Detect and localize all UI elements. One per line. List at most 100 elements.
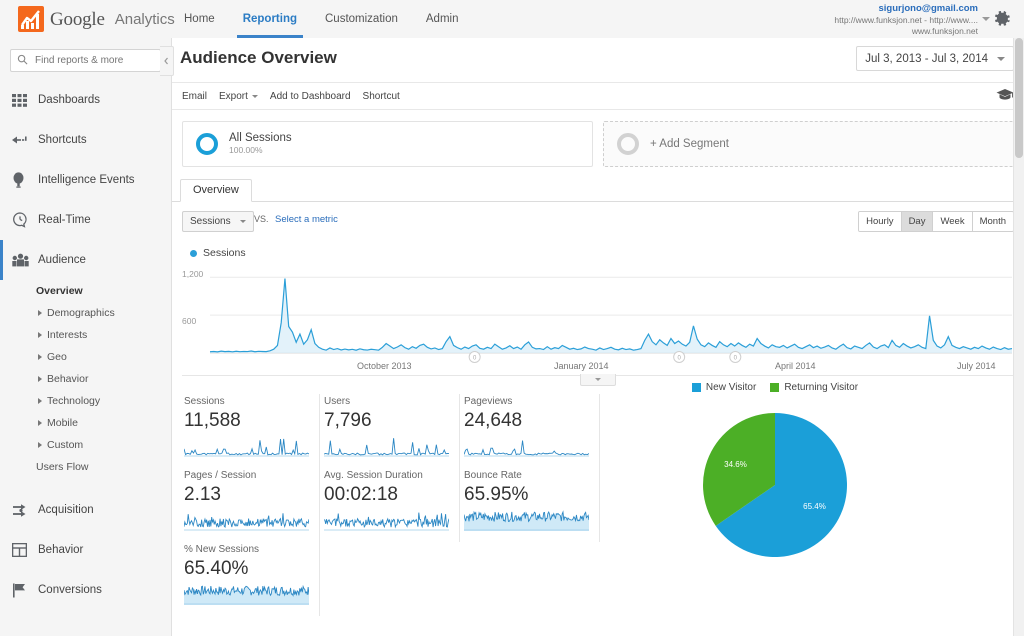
metric-label: Users	[324, 396, 351, 407]
layout-icon	[12, 543, 38, 557]
sidebar-subitem-custom[interactable]: Custom	[0, 434, 171, 456]
sidebar-item-label: Real-Time	[38, 214, 91, 226]
search-input[interactable]	[33, 54, 154, 67]
sidebar-item-label: Audience	[38, 254, 86, 266]
sidebar-subitem-behavior[interactable]: Behavior	[0, 368, 171, 390]
sidebar-item-real-time[interactable]: Real-Time	[0, 200, 171, 240]
nav-item-reporting[interactable]: Reporting	[229, 0, 311, 38]
sidebar-item-label: Shortcuts	[38, 134, 87, 146]
pie-legend-new-visitor[interactable]: New Visitor	[691, 382, 757, 393]
sidebar-item-audience[interactable]: Audience	[0, 240, 171, 280]
metric-card-bounce-rate[interactable]: Bounce Rate 65.95%	[460, 468, 600, 542]
segment-percent: 100.00%	[229, 145, 263, 156]
sparkline	[183, 435, 310, 462]
sidebar-subitem-interests[interactable]: Interests	[0, 324, 171, 346]
sparkline	[183, 509, 310, 536]
sidebar-item-acquisition[interactable]: Acquisition	[0, 490, 171, 530]
metric-card-percent-new-sessions[interactable]: % New Sessions 65.40%	[180, 542, 320, 616]
metric-label: Bounce Rate	[464, 470, 522, 481]
y-axis-tick-1200: 1,200	[182, 269, 204, 279]
metric-value: 00:02:18	[324, 484, 398, 505]
sidebar-subitem-users-flow[interactable]: Users Flow	[0, 456, 171, 478]
select-a-metric-link[interactable]: Select a metric	[275, 214, 338, 225]
sparkline	[463, 509, 590, 536]
sidebar-subitem-geo[interactable]: Geo	[0, 346, 171, 368]
sidebar-item-shortcuts[interactable]: Shortcuts	[0, 120, 171, 160]
pie-legend-label: New Visitor	[705, 382, 757, 393]
legend-dot-icon	[190, 249, 197, 257]
sidebar-item-intelligence-events[interactable]: Intelligence Events	[0, 160, 171, 200]
svg-text:34.6%: 34.6%	[724, 460, 747, 469]
sidebar-item-dashboards[interactable]: Dashboards	[0, 80, 171, 120]
sidebar-subitem-demographics[interactable]: Demographics	[0, 302, 171, 324]
export-button[interactable]: Export	[219, 91, 258, 102]
metric-card-sessions[interactable]: Sessions 11,588	[180, 394, 320, 468]
metric-card-pageviews[interactable]: Pageviews 24,648	[460, 394, 600, 468]
granularity-month[interactable]: Month	[972, 212, 1013, 231]
metric-value: 24,648	[464, 410, 523, 431]
chevron-right-icon	[38, 376, 42, 382]
account-info[interactable]: sigurjono@gmail.com http://www.funksjon.…	[834, 3, 978, 36]
add-segment-label: + Add Segment	[650, 138, 729, 150]
segments-row: All Sessions 100.00% + Add Segment	[172, 110, 1024, 167]
clock-icon	[12, 212, 38, 228]
sidebar-subitem-technology[interactable]: Technology	[0, 390, 171, 412]
chevron-down-icon[interactable]	[982, 17, 990, 21]
shortcut-button[interactable]: Shortcut	[363, 91, 400, 102]
flag-icon	[12, 583, 38, 598]
sidebar-subitem-mobile[interactable]: Mobile	[0, 412, 171, 434]
metric-value: 2.13	[184, 484, 221, 505]
metric-card-pages-per-session[interactable]: Pages / Session 2.13	[180, 468, 320, 542]
email-button[interactable]: Email	[182, 91, 207, 102]
add-to-dashboard-button[interactable]: Add to Dashboard	[270, 91, 351, 102]
graduation-cap-icon[interactable]	[996, 87, 1014, 108]
sessions-line-chart[interactable]: 1,200 600 000 October 2013 January 2014 …	[182, 265, 1014, 386]
sidebar-subitem-label: Interests	[47, 329, 88, 341]
sidebar-item-behavior[interactable]: Behavior	[0, 530, 171, 570]
granularity-day[interactable]: Day	[901, 212, 934, 231]
metric-label: % New Sessions	[184, 544, 260, 555]
search-box[interactable]	[10, 49, 161, 72]
nav-item-customization[interactable]: Customization	[311, 0, 412, 38]
sidebar-subitem-label: Users Flow	[36, 461, 89, 473]
sparkline	[323, 509, 450, 536]
granularity-week[interactable]: Week	[933, 212, 973, 231]
sidebar-collapse-handle[interactable]	[160, 46, 174, 76]
lightbulb-icon	[12, 172, 38, 188]
page-header: Audience Overview Jul 3, 2013 - Jul 3, 2…	[172, 38, 1024, 83]
account-domain: www.funksjon.net	[911, 25, 978, 36]
tab-overview[interactable]: Overview	[180, 179, 252, 202]
scrollbar-thumb[interactable]	[1015, 38, 1023, 158]
pie-legend-returning-visitor[interactable]: Returning Visitor	[770, 382, 858, 393]
brand-logo[interactable]: Google Analytics	[18, 6, 175, 32]
metric-card-users[interactable]: Users 7,796	[320, 394, 460, 468]
account-email: sigurjono@gmail.com	[878, 3, 978, 14]
brand-analytics-text: Analytics	[114, 10, 175, 28]
date-range-picker[interactable]: Jul 3, 2013 - Jul 3, 2014	[856, 46, 1014, 71]
granularity-hourly[interactable]: Hourly	[859, 212, 902, 231]
chevron-right-icon	[38, 398, 42, 404]
sidebar-item-conversions[interactable]: Conversions	[0, 570, 171, 610]
page-title: Audience Overview	[180, 48, 337, 67]
chart-collapse-handle[interactable]	[580, 374, 616, 386]
metric-card-avg-session-duration[interactable]: Avg. Session Duration 00:02:18	[320, 468, 460, 542]
vertical-scrollbar[interactable]	[1013, 38, 1024, 636]
sidebar-item-label: Dashboards	[38, 94, 101, 106]
metric-value: 7,796	[324, 410, 372, 431]
nav-item-home[interactable]: Home	[170, 0, 229, 38]
sidebar-subitem-overview[interactable]: Overview	[0, 280, 171, 302]
chevron-down-icon	[239, 220, 246, 223]
pie-chart[interactable]: 65.4% 34.6%	[630, 405, 920, 565]
segment-all-sessions[interactable]: All Sessions 100.00%	[182, 121, 593, 167]
gear-icon[interactable]	[992, 9, 1012, 29]
sidebar-subitem-label: Technology	[47, 395, 101, 407]
sidebar-item-label: Behavior	[38, 544, 84, 556]
metric-select[interactable]: Sessions	[182, 211, 254, 232]
sidebar-item-label: Conversions	[38, 584, 102, 596]
add-segment-button[interactable]: + Add Segment	[603, 121, 1014, 167]
x-axis-tick-apr-2014: April 2014	[775, 361, 816, 371]
legend-swatch-icon	[770, 383, 780, 392]
nav-item-admin[interactable]: Admin	[412, 0, 473, 38]
metric-label: Sessions	[184, 396, 225, 407]
sparkline	[183, 583, 310, 610]
